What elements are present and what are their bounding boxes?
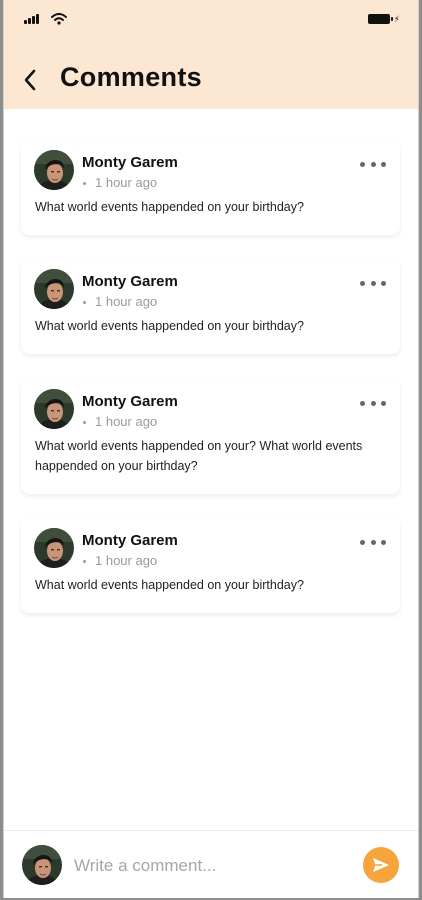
comment-card: Monty Garem 1 hour ago What world events… [21, 139, 400, 235]
more-options-button[interactable] [360, 278, 386, 288]
comment-card: Monty Garem 1 hour ago What world events… [21, 517, 400, 613]
more-options-button[interactable] [360, 159, 386, 169]
comments-screen: ⚡ Comments Monty Garem 1 hour ago What w… [3, 0, 419, 898]
page-title: Comments [60, 62, 202, 92]
more-options-button[interactable] [360, 537, 386, 547]
signal-icon [24, 14, 39, 24]
more-horizontal-icon [360, 280, 365, 286]
comment-time: 1 hour ago [95, 553, 158, 568]
comment-text: What world events happended on your birt… [35, 200, 304, 214]
status-bar: ⚡ [4, 0, 418, 40]
chevron-left-icon [24, 69, 36, 91]
comment-input[interactable] [72, 851, 346, 881]
comment-card: Monty Garem 1 hour ago What world events… [21, 258, 400, 354]
avatar[interactable] [34, 389, 74, 429]
comment-author[interactable]: Monty Garem [82, 154, 178, 171]
avatar[interactable] [34, 269, 74, 309]
comment-author[interactable]: Monty Garem [82, 273, 178, 290]
more-horizontal-icon [360, 400, 365, 406]
avatar[interactable] [34, 528, 74, 568]
send-icon [373, 858, 389, 872]
app-header: ⚡ Comments [4, 0, 418, 109]
comment-author[interactable]: Monty Garem [82, 393, 178, 410]
send-button[interactable] [363, 847, 399, 883]
more-options-button[interactable] [360, 398, 386, 408]
comment-card: Monty Garem 1 hour ago What world events… [21, 378, 400, 494]
comment-text: What world events happended on your birt… [35, 319, 304, 333]
comment-time: 1 hour ago [95, 294, 158, 309]
wifi-icon [51, 13, 67, 25]
comment-time: 1 hour ago [95, 414, 158, 429]
more-horizontal-icon [360, 161, 365, 167]
avatar[interactable] [34, 150, 74, 190]
current-user-avatar [22, 845, 62, 885]
comment-author[interactable]: Monty Garem [82, 532, 178, 549]
comment-time: 1 hour ago [95, 175, 158, 190]
back-button[interactable] [18, 66, 42, 94]
battery-icon: ⚡ [367, 14, 400, 24]
more-horizontal-icon [360, 539, 365, 545]
comment-composer [4, 830, 418, 898]
comment-text: What world events happended on your birt… [35, 578, 304, 592]
comment-text: What world events happended on your? Wha… [35, 439, 363, 473]
